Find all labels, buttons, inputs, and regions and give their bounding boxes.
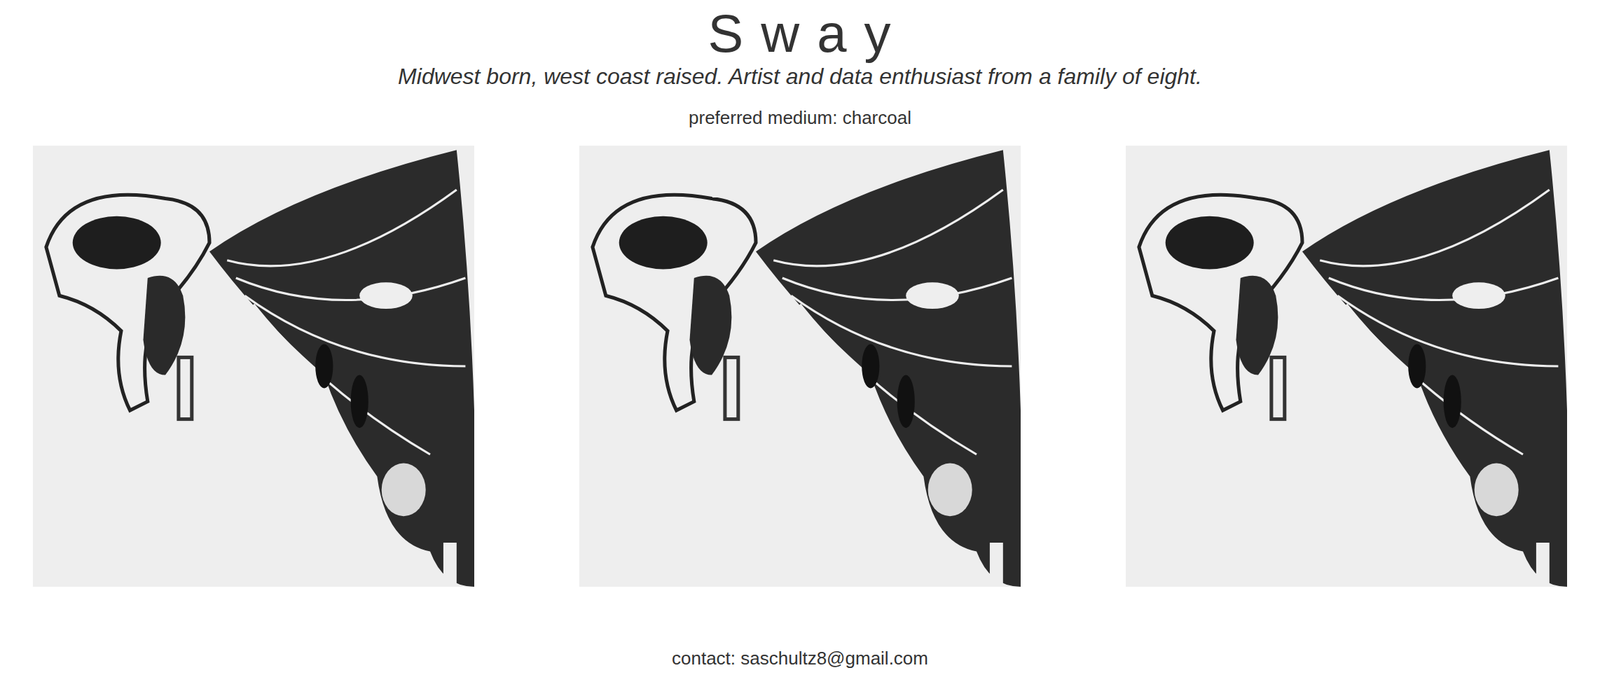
preferred-medium: preferred medium: charcoal	[688, 106, 912, 129]
artwork	[1125, 145, 1568, 588]
artwork	[579, 145, 1021, 588]
skull-butterfly-drawing	[32, 145, 475, 588]
artwork	[32, 145, 475, 588]
gallery	[0, 145, 1600, 588]
site-title: S w a y	[707, 5, 892, 62]
skull-butterfly-drawing	[1125, 145, 1568, 588]
contact-info: contact: saschultz8@gmail.com	[671, 647, 929, 670]
artist-bio: Midwest born, west coast raised. Artist …	[397, 62, 1203, 91]
portfolio-page: S w a yMidwest born, west coast raised. …	[0, 0, 1600, 670]
skull-butterfly-drawing	[579, 145, 1021, 588]
